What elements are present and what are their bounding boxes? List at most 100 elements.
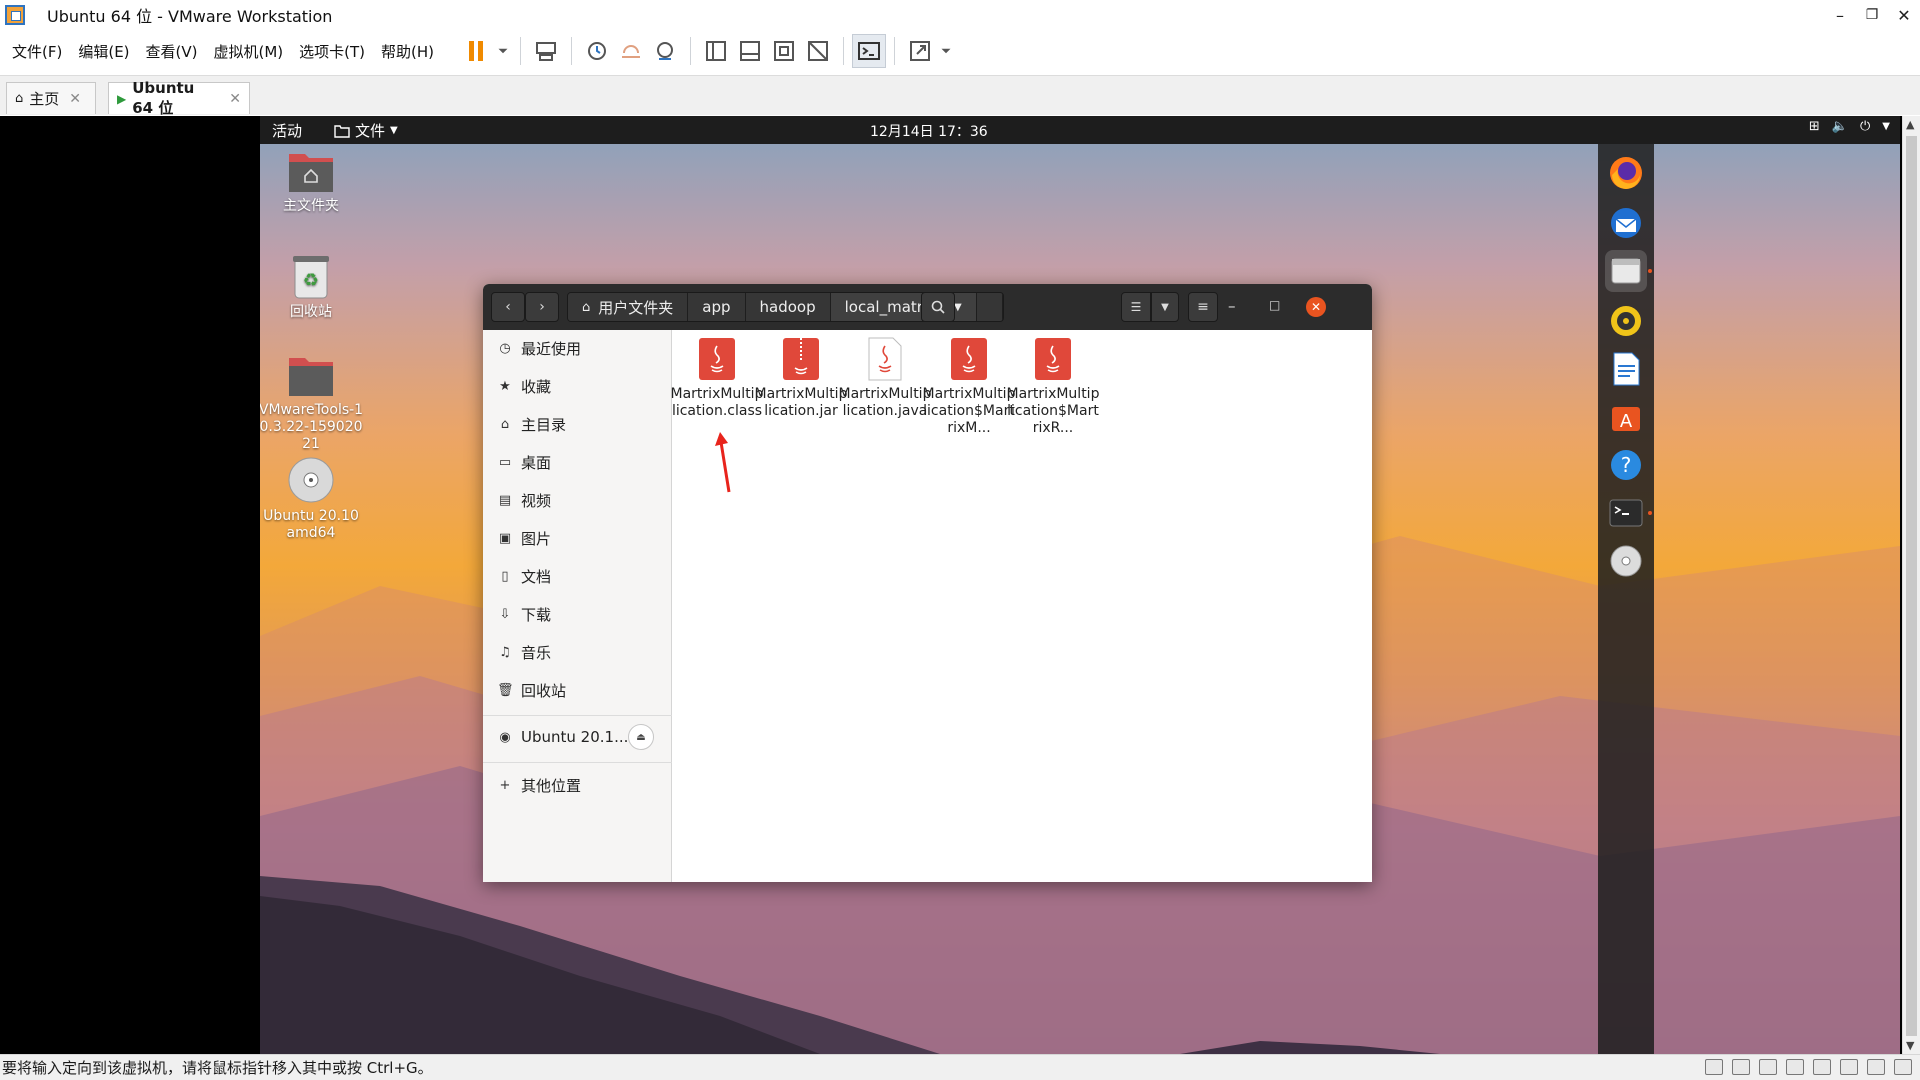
dock-cdrom[interactable] bbox=[1605, 540, 1647, 582]
tab-ubuntu-vm[interactable]: ▶ Ubuntu 64 位 ✕ bbox=[108, 79, 250, 117]
app-menu-label: 文件 bbox=[355, 122, 386, 140]
dock-libreoffice-writer[interactable] bbox=[1605, 348, 1647, 390]
path-crumb-hadoop[interactable]: hadoop bbox=[745, 293, 831, 321]
sidebar-item-trash[interactable]: 🗑 回收站 bbox=[497, 678, 566, 702]
sidebar-item-home[interactable]: ⌂ 主目录 bbox=[497, 412, 566, 436]
vm-scrollbar[interactable]: ▲ ▼ bbox=[1902, 116, 1920, 1054]
snapshot-button[interactable] bbox=[580, 34, 614, 68]
scroll-up-icon[interactable]: ▲ bbox=[1906, 118, 1914, 131]
system-menu[interactable]: ⊞ 🔈 ⏻ ▼ bbox=[1809, 119, 1890, 134]
search-button[interactable] bbox=[921, 292, 955, 322]
dock-terminal[interactable] bbox=[1605, 492, 1652, 534]
sidebar-item-pictures[interactable]: ▣ 图片 bbox=[497, 526, 551, 550]
desktop-icon-ubuntu-disc[interactable]: Ubuntu 20.10 amd64 bbox=[260, 456, 366, 542]
search-icon bbox=[931, 300, 945, 314]
thumbnail-bar-button[interactable] bbox=[733, 34, 767, 68]
help-icon: ? bbox=[1611, 450, 1641, 480]
file-item-inner-class-m[interactable]: MartrixMultiplication$MartrixM... bbox=[921, 336, 1017, 437]
sidebar-item-recent[interactable]: ◷ 最近使用 bbox=[497, 336, 581, 360]
menu-view[interactable]: 查看(V) bbox=[146, 41, 198, 62]
usb-icon[interactable] bbox=[1786, 1059, 1804, 1075]
snapshot-manager-icon bbox=[657, 42, 673, 60]
stretch-button[interactable] bbox=[903, 34, 937, 68]
snapshot-manager-button[interactable] bbox=[648, 34, 682, 68]
dock-thunderbird[interactable] bbox=[1605, 202, 1647, 244]
close-tab-icon[interactable]: ✕ bbox=[229, 91, 241, 107]
unity-button[interactable] bbox=[801, 34, 835, 68]
dock-firefox[interactable] bbox=[1605, 152, 1647, 194]
music-icon: ♫ bbox=[499, 644, 511, 660]
menu-help[interactable]: 帮助(H) bbox=[381, 41, 434, 62]
sound-card-icon[interactable] bbox=[1840, 1059, 1858, 1075]
file-name: MartrixMultiplication.java bbox=[838, 386, 932, 419]
printer-icon[interactable] bbox=[1813, 1059, 1831, 1075]
desktop-icon-label: 主文件夹 bbox=[283, 198, 339, 214]
dock-files[interactable] bbox=[1605, 250, 1652, 292]
hard-disk-icon[interactable] bbox=[1705, 1059, 1723, 1075]
file-item-class[interactable]: MartrixMultiplication.class bbox=[669, 336, 765, 420]
window-minimize-button[interactable]: – bbox=[1228, 297, 1236, 315]
close-button[interactable]: ✕ bbox=[1884, 0, 1920, 30]
dock-rhythmbox[interactable] bbox=[1605, 300, 1647, 342]
sidebar-item-documents[interactable]: ▯ 文档 bbox=[497, 564, 551, 588]
sidebar-item-label: 图片 bbox=[521, 529, 552, 548]
menu-edit[interactable]: 编辑(E) bbox=[78, 41, 129, 62]
file-item-inner-class-r[interactable]: MartrixMultiplication$MartrixR... bbox=[1005, 336, 1101, 437]
close-tab-icon[interactable]: ✕ bbox=[69, 91, 81, 107]
red-annotation-arrow bbox=[715, 432, 731, 493]
file-view[interactable]: MartrixMultiplication.class MartrixMulti… bbox=[671, 330, 1372, 882]
back-button[interactable]: ‹ bbox=[491, 292, 525, 322]
revert-snapshot-button[interactable] bbox=[614, 34, 648, 68]
message-log-icon[interactable] bbox=[1894, 1059, 1912, 1075]
chevron-down-icon: ▼ bbox=[1882, 121, 1890, 132]
console-view-button[interactable] bbox=[852, 34, 886, 68]
window-close-button[interactable]: ✕ bbox=[1306, 297, 1326, 317]
desktop-icon-vmwaretools[interactable]: VMwareTools-10.3.22-15902021 bbox=[260, 354, 366, 453]
eject-button[interactable]: ⏏ bbox=[628, 724, 654, 750]
sidebar-item-downloads[interactable]: ⇩ 下载 bbox=[497, 602, 551, 626]
dock-software[interactable]: A bbox=[1605, 396, 1647, 438]
path-crumb-home[interactable]: ⌂ 用户文件夹 bbox=[568, 293, 689, 321]
menu-tabs[interactable]: 选项卡(T) bbox=[299, 41, 365, 62]
sidebar-item-desktop[interactable]: ▭ 桌面 bbox=[497, 450, 551, 474]
stretch-dropdown[interactable] bbox=[937, 34, 955, 68]
file-item-java[interactable]: MartrixMultiplication.java bbox=[837, 336, 933, 420]
sidebar-item-other-locations[interactable]: + 其他位置 bbox=[497, 773, 581, 797]
desktop-icon-home-folder[interactable]: 主文件夹 bbox=[260, 150, 366, 215]
pause-button[interactable] bbox=[460, 34, 494, 68]
tab-home[interactable]: ⌂ 主页 ✕ bbox=[6, 82, 96, 114]
sidebar-item-starred[interactable]: ★ 收藏 bbox=[497, 374, 551, 398]
display-icon[interactable] bbox=[1867, 1059, 1885, 1075]
network-adapter-icon[interactable] bbox=[1759, 1059, 1777, 1075]
cdrom-icon[interactable] bbox=[1732, 1059, 1750, 1075]
vm-running-icon: ▶ bbox=[117, 91, 127, 106]
forward-button[interactable]: › bbox=[525, 292, 559, 322]
sidebar-item-music[interactable]: ♫ 音乐 bbox=[497, 640, 551, 664]
sidebar-item-device[interactable]: ◉ Ubuntu 20.1... bbox=[497, 725, 628, 749]
dock-help[interactable]: ? bbox=[1605, 444, 1647, 486]
scroll-thumb[interactable] bbox=[1906, 136, 1917, 1036]
send-ctrl-alt-del-button[interactable] bbox=[529, 34, 563, 68]
main-menu-button[interactable]: ≡ bbox=[1188, 292, 1218, 322]
file-item-jar[interactable]: MartrixMultiplication.jar bbox=[753, 336, 849, 420]
power-dropdown[interactable] bbox=[494, 34, 512, 68]
clock[interactable]: 12月14日 17：36 bbox=[870, 121, 988, 141]
window-maximize-button[interactable]: □ bbox=[1269, 298, 1280, 312]
menu-file[interactable]: 文件(F) bbox=[12, 41, 62, 62]
terminal-icon bbox=[1609, 499, 1643, 527]
list-view-button[interactable]: ☰ bbox=[1121, 292, 1151, 322]
path-crumb-app[interactable]: app bbox=[688, 293, 746, 321]
activities-button[interactable]: 活动 bbox=[272, 120, 302, 141]
tab-label: 主页 bbox=[29, 90, 60, 108]
menu-vm[interactable]: 虚拟机(M) bbox=[214, 41, 284, 62]
show-library-button[interactable] bbox=[699, 34, 733, 68]
scroll-down-icon[interactable]: ▼ bbox=[1906, 1039, 1914, 1052]
desktop-icon-trash[interactable]: ♻ 回收站 bbox=[260, 252, 366, 321]
full-screen-button[interactable] bbox=[767, 34, 801, 68]
sidebar-divider bbox=[483, 762, 672, 763]
ubuntu-desktop[interactable]: 活动 文件 ▼ 12月14日 17：36 ⊞ 🔈 ⏻ ▼ 主文件夹 ♻ 回收站 bbox=[260, 116, 1900, 1054]
app-menu-files[interactable]: 文件 ▼ bbox=[334, 120, 398, 141]
view-options-button[interactable]: ▼ bbox=[1151, 292, 1179, 322]
sidebar-item-videos[interactable]: ▤ 视频 bbox=[497, 488, 551, 512]
power-icon: ⏻ bbox=[1860, 119, 1871, 134]
